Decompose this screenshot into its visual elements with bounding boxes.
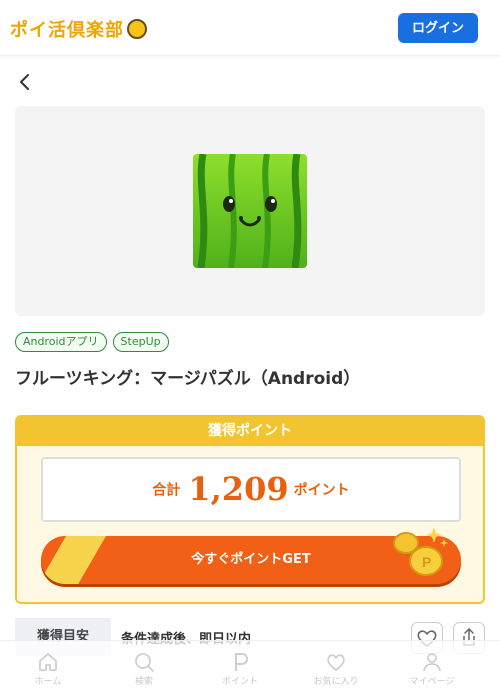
nav-search-label: 検索 (134, 677, 153, 687)
nav-home-label: ホーム (34, 677, 62, 687)
coins-icon: P (393, 527, 448, 576)
nav-favorites-label: お気に入り (313, 677, 359, 687)
campaign-title: フルーツキング：マージパズル（Android） (15, 369, 361, 389)
site-logo[interactable]: ポイ活倶楽部 (10, 16, 147, 42)
site-logo-text: ポイ活倶楽部 (10, 20, 124, 41)
nav-favorites[interactable]: お気に入り (288, 641, 384, 700)
back-arrow-icon[interactable] (16, 70, 36, 94)
home-icon (39, 653, 57, 671)
bottom-navigation: ホーム 検索 ポイント お気に入り マイページ (0, 640, 500, 700)
site-header: ポイ活倶楽部 ログイン (0, 0, 500, 56)
bee-icon (127, 19, 147, 39)
nav-mypage[interactable]: マイページ (384, 641, 480, 700)
app-icon (193, 154, 307, 268)
login-button[interactable]: ログイン (398, 13, 478, 43)
total-points-unit: ポイント (293, 482, 350, 499)
total-points-box: 合計 1,209 ポイント (41, 457, 461, 522)
get-points-label: 今すぐポイントGET (191, 552, 311, 567)
tag-stepup[interactable]: StepUp (112, 332, 169, 352)
nav-home[interactable]: ホーム (0, 641, 96, 700)
user-icon (423, 653, 441, 672)
nav-mypage-label: マイページ (409, 677, 455, 687)
tag-android-app[interactable]: Androidアプリ (15, 332, 107, 352)
svg-text:P: P (422, 554, 431, 570)
total-label: 合計 (152, 482, 181, 499)
points-panel-header: 獲得ポイント (17, 417, 483, 446)
search-icon (135, 653, 154, 672)
nav-points[interactable]: ポイント (192, 641, 288, 700)
total-points-value: 1,209 (188, 470, 289, 508)
heart-icon (327, 654, 345, 671)
tag-list: Androidアプリ StepUp (15, 332, 169, 352)
point-icon (235, 653, 248, 671)
nav-search[interactable]: 検索 (96, 641, 192, 700)
button-stripe-decoration (41, 536, 109, 584)
nav-points-label: ポイント (221, 677, 258, 687)
